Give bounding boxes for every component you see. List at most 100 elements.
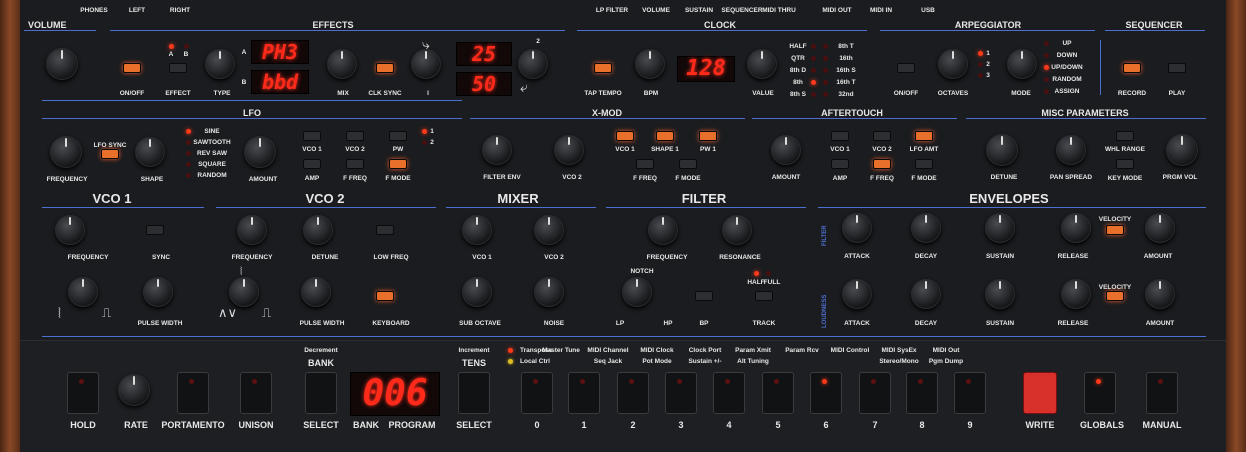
globals-button[interactable] (1084, 372, 1116, 414)
filter-env-amount-knob[interactable] (1145, 213, 1175, 243)
lfo-vco1-button[interactable] (303, 131, 321, 141)
filter-bp-button[interactable] (695, 291, 713, 301)
filter-env-attack-knob[interactable] (842, 213, 872, 243)
vco1-sync-button[interactable] (146, 225, 164, 235)
filter-velocity-button[interactable] (1106, 225, 1124, 235)
at-ffreq-button[interactable] (873, 159, 891, 169)
number-key-8[interactable] (906, 372, 938, 414)
number-key-0[interactable] (521, 372, 553, 414)
filter-env-sustain-knob[interactable] (985, 213, 1015, 243)
portamento-button[interactable] (177, 372, 209, 414)
detune-knob[interactable] (986, 134, 1018, 166)
filter-mode-knob[interactable] (622, 277, 652, 307)
vco1-frequency-label: FREQUENCY (67, 254, 109, 261)
clock-value-knob[interactable] (747, 49, 777, 79)
rate-knob[interactable] (118, 374, 150, 406)
arp-onoff-button[interactable] (897, 63, 915, 73)
arp-mode-knob[interactable] (1007, 49, 1037, 79)
vco2-detune-knob[interactable] (303, 215, 333, 245)
at-vco2-button[interactable] (873, 131, 891, 141)
vco2-pulse-width-knob[interactable] (301, 277, 331, 307)
unison-button[interactable] (240, 372, 272, 414)
effect-button[interactable] (169, 63, 187, 73)
xmod-pw1-button[interactable] (699, 131, 717, 141)
track-button[interactable] (755, 291, 773, 301)
number-key-1[interactable] (568, 372, 600, 414)
lfo-amount-knob[interactable] (244, 136, 276, 168)
vco1-pulse-width-knob[interactable] (143, 277, 173, 307)
effects-i-knob[interactable] (411, 49, 441, 79)
volume-knob[interactable] (46, 48, 78, 80)
vco2-shape-knob[interactable] (229, 277, 259, 307)
xmod-shape1-button[interactable] (656, 131, 674, 141)
write-button[interactable] (1023, 372, 1057, 414)
effects-2-knob[interactable] (518, 49, 548, 79)
filter-resonance-knob[interactable] (722, 215, 752, 245)
vco2-frequency-knob[interactable] (237, 215, 267, 245)
pan-spread-knob[interactable] (1056, 135, 1086, 165)
tap-tempo-button[interactable] (594, 63, 612, 73)
lfo-ffreq-button[interactable] (346, 159, 364, 169)
vco1-shape-knob[interactable] (68, 277, 98, 307)
arp-octaves-knob[interactable] (938, 49, 968, 79)
keyboard-button[interactable] (376, 291, 394, 301)
vco1-frequency-knob[interactable] (55, 215, 85, 245)
record-button[interactable] (1123, 63, 1141, 73)
amp-velocity-button[interactable] (1106, 291, 1124, 301)
effects-type-knob[interactable] (205, 49, 235, 79)
mixer-vco2-knob[interactable] (534, 215, 564, 245)
amp-env-amount-knob[interactable] (1145, 279, 1175, 309)
filter-frequency-knob[interactable] (648, 215, 678, 245)
number-key-7[interactable] (859, 372, 891, 414)
key-mode-button[interactable] (1116, 159, 1134, 169)
filter-env-release-knob[interactable] (1061, 213, 1091, 243)
lfo-vco2-button[interactable] (346, 131, 364, 141)
amp-env-decay-knob[interactable] (911, 279, 941, 309)
amp-env-attack-knob[interactable] (842, 279, 872, 309)
amp-env-release-knob[interactable] (1061, 279, 1091, 309)
effects-onoff-button[interactable] (123, 63, 141, 73)
lfo-pw-button[interactable] (389, 131, 407, 141)
number-key-2[interactable] (617, 372, 649, 414)
mixer-vco1-knob[interactable] (462, 215, 492, 245)
number-key-9[interactable] (954, 372, 986, 414)
play-button[interactable] (1168, 63, 1186, 73)
at-amp-button[interactable] (831, 159, 849, 169)
lfo-amp-button[interactable] (303, 159, 321, 169)
at-vco1-button[interactable] (831, 131, 849, 141)
xmod-vco1-button[interactable] (616, 131, 634, 141)
sub-octave-knob[interactable] (462, 277, 492, 307)
hold-button[interactable] (67, 372, 99, 414)
at-amount-knob[interactable] (771, 135, 801, 165)
number-key-4[interactable] (713, 372, 745, 414)
prgm-vol-knob[interactable] (1166, 134, 1198, 166)
bpm-knob[interactable] (635, 49, 665, 79)
filter-env-decay-knob[interactable] (911, 213, 941, 243)
number-key-5[interactable] (762, 372, 794, 414)
bank-select-button[interactable] (305, 372, 337, 414)
clk-sync-button[interactable] (376, 63, 394, 73)
lfo-sync-button[interactable] (101, 149, 119, 159)
lfo-fmode-button[interactable] (389, 159, 407, 169)
xmod-vco2-knob[interactable] (554, 135, 584, 165)
effects-mix-knob[interactable] (327, 49, 357, 79)
arp-octaves-label: OCTAVES (937, 90, 969, 97)
number-key-bottom-label: Pgm Dump (928, 358, 964, 365)
xmod-fmode-button[interactable] (679, 159, 697, 169)
noise-knob[interactable] (534, 277, 564, 307)
at-lfoamt-button[interactable] (915, 131, 933, 141)
at-fmode-button[interactable] (915, 159, 933, 169)
whl-range-button[interactable] (1116, 131, 1134, 141)
number-key-6[interactable] (810, 372, 842, 414)
amp-env-sustain-knob[interactable] (985, 279, 1015, 309)
low-freq-button[interactable] (376, 225, 394, 235)
lfo-rule-top (42, 100, 462, 101)
xmod-filter-env-knob[interactable] (482, 135, 512, 165)
number-key-3[interactable] (665, 372, 697, 414)
lfo-frequency-knob[interactable] (50, 136, 82, 168)
local-ctrl-led (508, 359, 513, 364)
manual-button[interactable] (1146, 372, 1178, 414)
lfo-shape-knob[interactable] (135, 137, 165, 167)
xmod-ffreq-button[interactable] (636, 159, 654, 169)
tens-select-button[interactable] (458, 372, 490, 414)
